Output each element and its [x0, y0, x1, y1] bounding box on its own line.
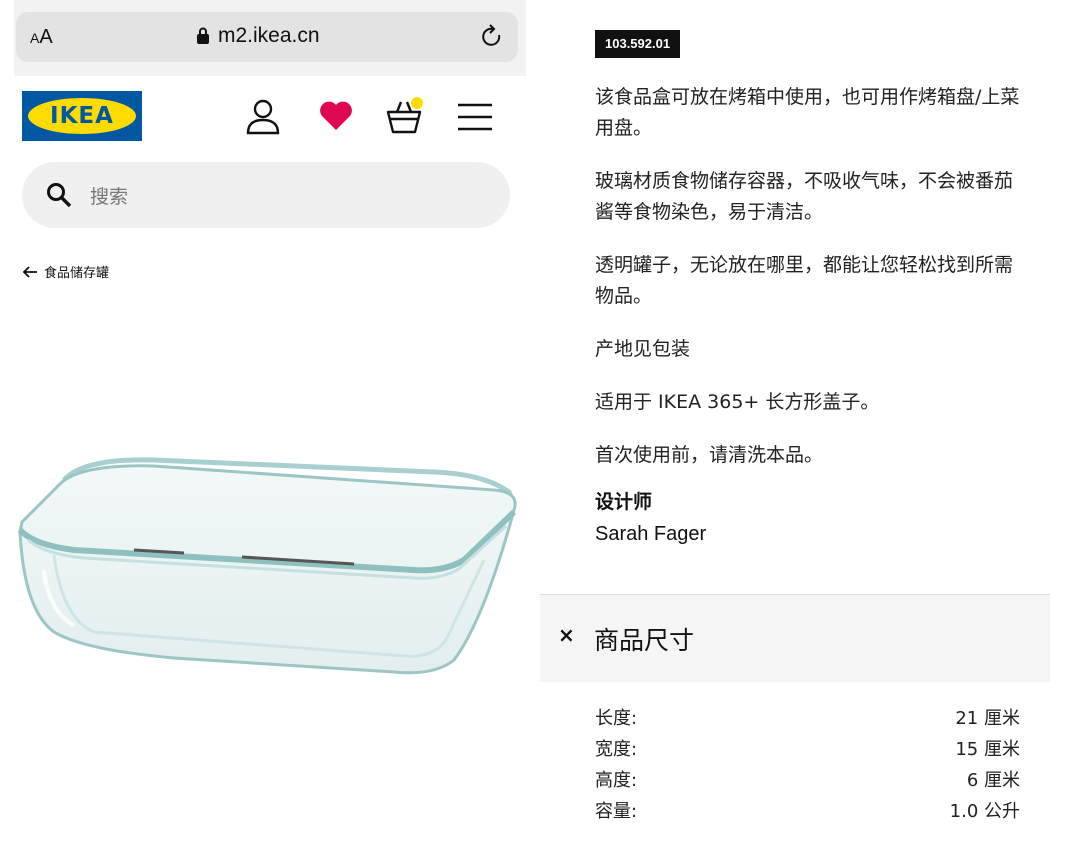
- browser-chrome: AA m2.ikea.cn: [14, 0, 526, 76]
- product-sku-badge: 103.592.01: [595, 30, 681, 58]
- dimension-value: 1.0 公升: [949, 801, 1020, 822]
- dimension-row: 容量: 1.0 公升: [595, 797, 1020, 828]
- heart-icon[interactable]: [316, 96, 356, 136]
- dimension-value: 6 厘米: [966, 770, 1020, 791]
- dimension-label: 宽度:: [595, 739, 638, 760]
- breadcrumb[interactable]: 食品储存罐: [22, 262, 109, 281]
- dimensions-accordion-header[interactable]: × 商品尺寸: [540, 594, 1050, 682]
- dimension-label: 容量:: [595, 801, 638, 822]
- right-panel: 103.592.01 该食品盒可放在烤箱中使用，也可用作烤箱盘/上菜用盘。 玻璃…: [540, 0, 1065, 852]
- dimension-row: 宽度: 15 厘米: [595, 735, 1020, 766]
- dimension-row: 高度: 6 厘米: [595, 766, 1020, 797]
- product-image: [17, 457, 517, 675]
- shopping-bag-icon[interactable]: [384, 96, 424, 136]
- designer-name: Sarah Fager: [595, 523, 707, 545]
- menu-icon[interactable]: [455, 96, 495, 136]
- url-display[interactable]: m2.ikea.cn: [196, 24, 320, 48]
- left-panel: AA m2.ikea.cn IKEA 搜索 食品储存罐: [0, 0, 530, 852]
- logo-oval: IKEA: [28, 98, 136, 134]
- lock-icon: [197, 27, 209, 44]
- search-placeholder: 搜索: [90, 186, 129, 208]
- logo-text: IKEA: [50, 103, 114, 129]
- description-paragraph: 玻璃材质食物储存容器，不吸收气味，不会被番茄酱等食物染色，易于清洁。: [595, 170, 1014, 223]
- back-arrow-icon: [22, 265, 37, 278]
- reload-icon[interactable]: [480, 24, 504, 50]
- text-size-button[interactable]: AA: [30, 26, 53, 49]
- description-paragraph: 首次使用前，请清洗本品。: [595, 444, 824, 466]
- dimensions-title: 商品尺寸: [594, 626, 695, 655]
- description-paragraph: 该食品盒可放在烤箱中使用，也可用作烤箱盘/上菜用盘。: [595, 86, 1020, 139]
- description-paragraph: 适用于 IKEA 365+ 长方形盖子。: [595, 391, 880, 413]
- address-bar[interactable]: AA m2.ikea.cn: [16, 12, 518, 62]
- designer-heading: 设计师: [595, 491, 653, 513]
- url-text: m2.ikea.cn: [218, 24, 320, 47]
- dimensions-table: 长度: 21 厘米 宽度: 15 厘米 高度: 6 厘米 容量: 1.0 公升: [595, 704, 1020, 828]
- search-icon: [47, 183, 72, 208]
- product-description: 该食品盒可放在烤箱中使用，也可用作烤箱盘/上菜用盘。 玻璃材质食物储存容器，不吸…: [595, 82, 1025, 493]
- description-paragraph: 透明罐子，无论放在哪里，都能让您轻松找到所需物品。: [595, 254, 1014, 307]
- ikea-logo[interactable]: IKEA: [22, 91, 142, 141]
- cart-badge: [411, 97, 423, 109]
- search-input[interactable]: 搜索: [22, 162, 510, 228]
- breadcrumb-label: 食品储存罐: [44, 266, 110, 281]
- dimension-label: 长度:: [595, 708, 638, 729]
- dimension-value: 15 厘米: [955, 739, 1020, 760]
- description-paragraph: 产地见包装: [595, 338, 691, 360]
- dimension-value: 21 厘米: [955, 708, 1020, 729]
- dimension-row: 长度: 21 厘米: [595, 704, 1020, 735]
- dimension-label: 高度:: [595, 770, 638, 791]
- close-icon[interactable]: ×: [558, 623, 575, 647]
- user-icon[interactable]: [243, 96, 283, 136]
